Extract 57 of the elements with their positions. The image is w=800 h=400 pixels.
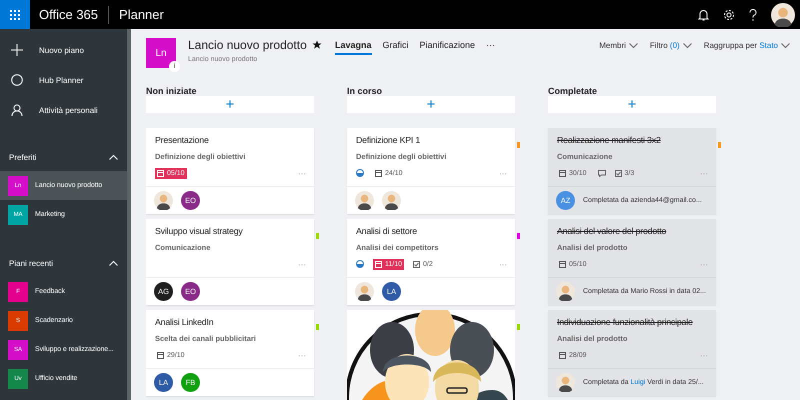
- task-title[interactable]: Individuazione funzionalità principale: [557, 317, 693, 327]
- person-avatar-icon: [771, 2, 795, 26]
- task-title[interactable]: Analisi di settore: [356, 226, 417, 236]
- filter-dropdown[interactable]: Membri: [599, 41, 638, 50]
- app-name[interactable]: Planner: [119, 7, 164, 22]
- view-tab[interactable]: Pianificazione: [420, 40, 476, 55]
- star-icon[interactable]: [312, 40, 322, 50]
- task-title[interactable]: Realizzazione manifesti 3x2: [557, 135, 661, 145]
- more-tabs[interactable]: ···: [486, 40, 496, 55]
- column-title: Non iniziate: [146, 86, 198, 96]
- waffle-icon: [10, 10, 20, 20]
- calendar-icon: [559, 260, 566, 268]
- calendar-icon: [559, 170, 566, 176]
- task-title[interactable]: Presentazione: [155, 135, 209, 145]
- column-title: In corso: [347, 86, 384, 96]
- add-task-button[interactable]: +: [347, 96, 515, 113]
- calendar-icon: [559, 352, 566, 358]
- task-title[interactable]: Definizione KPI 1: [356, 135, 420, 145]
- chevron-icon[interactable]: [109, 154, 118, 160]
- person-avatar-icon: [382, 191, 401, 210]
- view-tab[interactable]: Grafici: [382, 40, 409, 55]
- calendar-icon: [375, 170, 382, 176]
- chevron-icon: [682, 42, 692, 48]
- settings-icon[interactable]: [723, 8, 735, 20]
- help-icon[interactable]: [749, 8, 757, 20]
- task-title[interactable]: Analisi LinkedIn: [155, 317, 214, 327]
- person-icon: [11, 104, 23, 116]
- filter-dropdown[interactable]: Raggruppa per Stato: [704, 41, 790, 50]
- column-title: Completate: [548, 86, 598, 96]
- calendar-icon: [375, 260, 382, 268]
- task-title[interactable]: Analisi del valore del prodotto: [557, 226, 666, 236]
- chevron-icon[interactable]: [109, 260, 118, 266]
- person-avatar-icon: [355, 282, 374, 301]
- plan-title: Lancio nuovo prodotto: [188, 38, 307, 52]
- calendar-icon: [157, 352, 164, 358]
- view-tab[interactable]: Lavagna: [335, 40, 372, 55]
- chevron-icon: [628, 42, 638, 48]
- sidebar-action[interactable]: Hub Planner: [0, 65, 127, 95]
- filter-dropdown[interactable]: Filtro (0): [650, 41, 692, 50]
- circle-icon: [11, 74, 23, 86]
- add-task-button[interactable]: +: [146, 96, 314, 113]
- add-task-button[interactable]: +: [548, 96, 716, 113]
- chevron-icon: [781, 42, 790, 48]
- person-avatar-icon: [154, 191, 173, 210]
- section-title: Preferiti: [9, 152, 37, 162]
- section-title: Piani recenti: [9, 258, 54, 268]
- sidebar-action[interactable]: Nuovo piano: [0, 35, 127, 65]
- bell-icon[interactable]: [698, 8, 709, 20]
- task-title[interactable]: Sviluppo visual strategy: [155, 226, 243, 236]
- person-avatar-icon: [556, 373, 575, 392]
- sidebar-action[interactable]: Attività personali: [0, 95, 127, 125]
- app-launcher-button[interactable]: [0, 0, 30, 29]
- person-avatar-icon: [556, 282, 575, 301]
- suite-name[interactable]: Office 365: [39, 6, 110, 24]
- person-avatar-icon: [355, 191, 374, 210]
- calendar-icon: [157, 170, 164, 176]
- plus-icon: [11, 44, 23, 56]
